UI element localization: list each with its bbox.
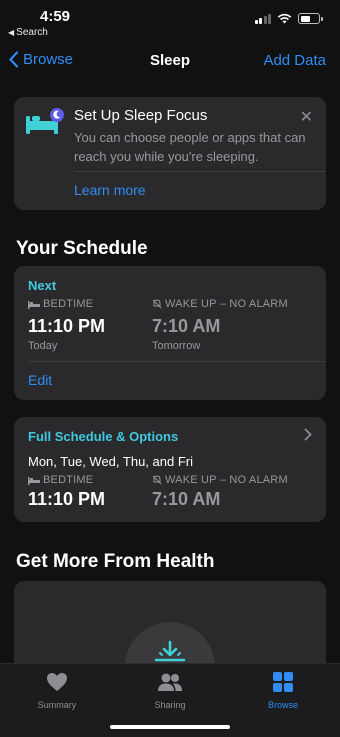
tab-sharing[interactable]: Sharing — [130, 670, 210, 710]
status-icons — [254, 13, 323, 24]
heart-icon — [47, 673, 67, 691]
back-app-label: Search — [16, 27, 48, 38]
full-schedule-card[interactable]: Full Schedule & Options Mon, Tue, Wed, T… — [14, 417, 326, 522]
people-icon — [158, 673, 182, 691]
bedtime-day: Today — [28, 340, 58, 352]
bedtime-value: 11:10 PM — [28, 316, 106, 336]
more-section-title: Get More From Health — [16, 551, 215, 572]
learn-more-link[interactable]: Learn more — [74, 182, 146, 198]
bedtime-label: BEDTIME — [28, 298, 93, 310]
wake-label: WAKE UP – NO ALARM — [152, 298, 288, 310]
sleep-focus-card: Set Up Sleep Focus ✕ You can choose peop… — [14, 97, 326, 210]
divider — [74, 171, 326, 172]
focus-title: Set Up Sleep Focus — [74, 107, 208, 124]
tab-summary[interactable]: Summary — [17, 670, 97, 710]
status-bar: 4:59 ◀ Search — [0, 0, 340, 42]
full-wake-value: 7:10 AM — [152, 489, 221, 509]
wake-value: 7:10 AM — [152, 316, 221, 336]
tab-sharing-label: Sharing — [154, 700, 186, 710]
battery-icon — [298, 13, 323, 24]
bed-small-icon — [28, 476, 40, 485]
back-to-app-link[interactable]: ◀ Search — [8, 27, 48, 38]
divider — [28, 361, 326, 362]
cellular-signal-icon — [254, 13, 271, 24]
chevron-right-icon — [304, 428, 312, 445]
back-triangle-icon: ◀ — [8, 28, 15, 37]
alarm-off-icon — [152, 475, 162, 485]
next-heading: Next — [28, 278, 57, 293]
tab-browse-label: Browse — [267, 700, 298, 710]
status-time: 4:59 — [40, 8, 71, 25]
full-schedule-heading: Full Schedule & Options — [28, 429, 179, 444]
add-data-button[interactable]: Add Data — [263, 52, 326, 69]
home-indicator[interactable] — [110, 725, 230, 729]
schedule-section-title: Your Schedule — [16, 238, 148, 259]
grid-icon — [273, 672, 293, 692]
next-schedule-card[interactable]: Next BEDTIME 11:10 PM Today WAKE UP – NO… — [14, 266, 326, 400]
close-icon[interactable]: ✕ — [300, 107, 313, 127]
tab-browse[interactable]: Browse — [243, 670, 323, 710]
alarm-off-icon — [152, 299, 162, 309]
schedule-days: Mon, Tue, Wed, Thu, and Fri — [28, 454, 193, 469]
edit-button[interactable]: Edit — [28, 372, 52, 388]
focus-description: You can choose people or apps that can r… — [74, 130, 306, 164]
wifi-icon — [277, 13, 292, 24]
tab-summary-label: Summary — [37, 700, 77, 710]
wake-label: WAKE UP – NO ALARM — [152, 474, 288, 486]
full-bedtime-value: 11:10 PM — [28, 489, 106, 509]
navigation-bar: Browse Sleep Add Data — [0, 42, 340, 80]
bedtime-label: BEDTIME — [28, 474, 93, 486]
bed-icon — [26, 108, 64, 134]
bed-small-icon — [28, 300, 40, 309]
wake-day: Tomorrow — [152, 340, 201, 352]
